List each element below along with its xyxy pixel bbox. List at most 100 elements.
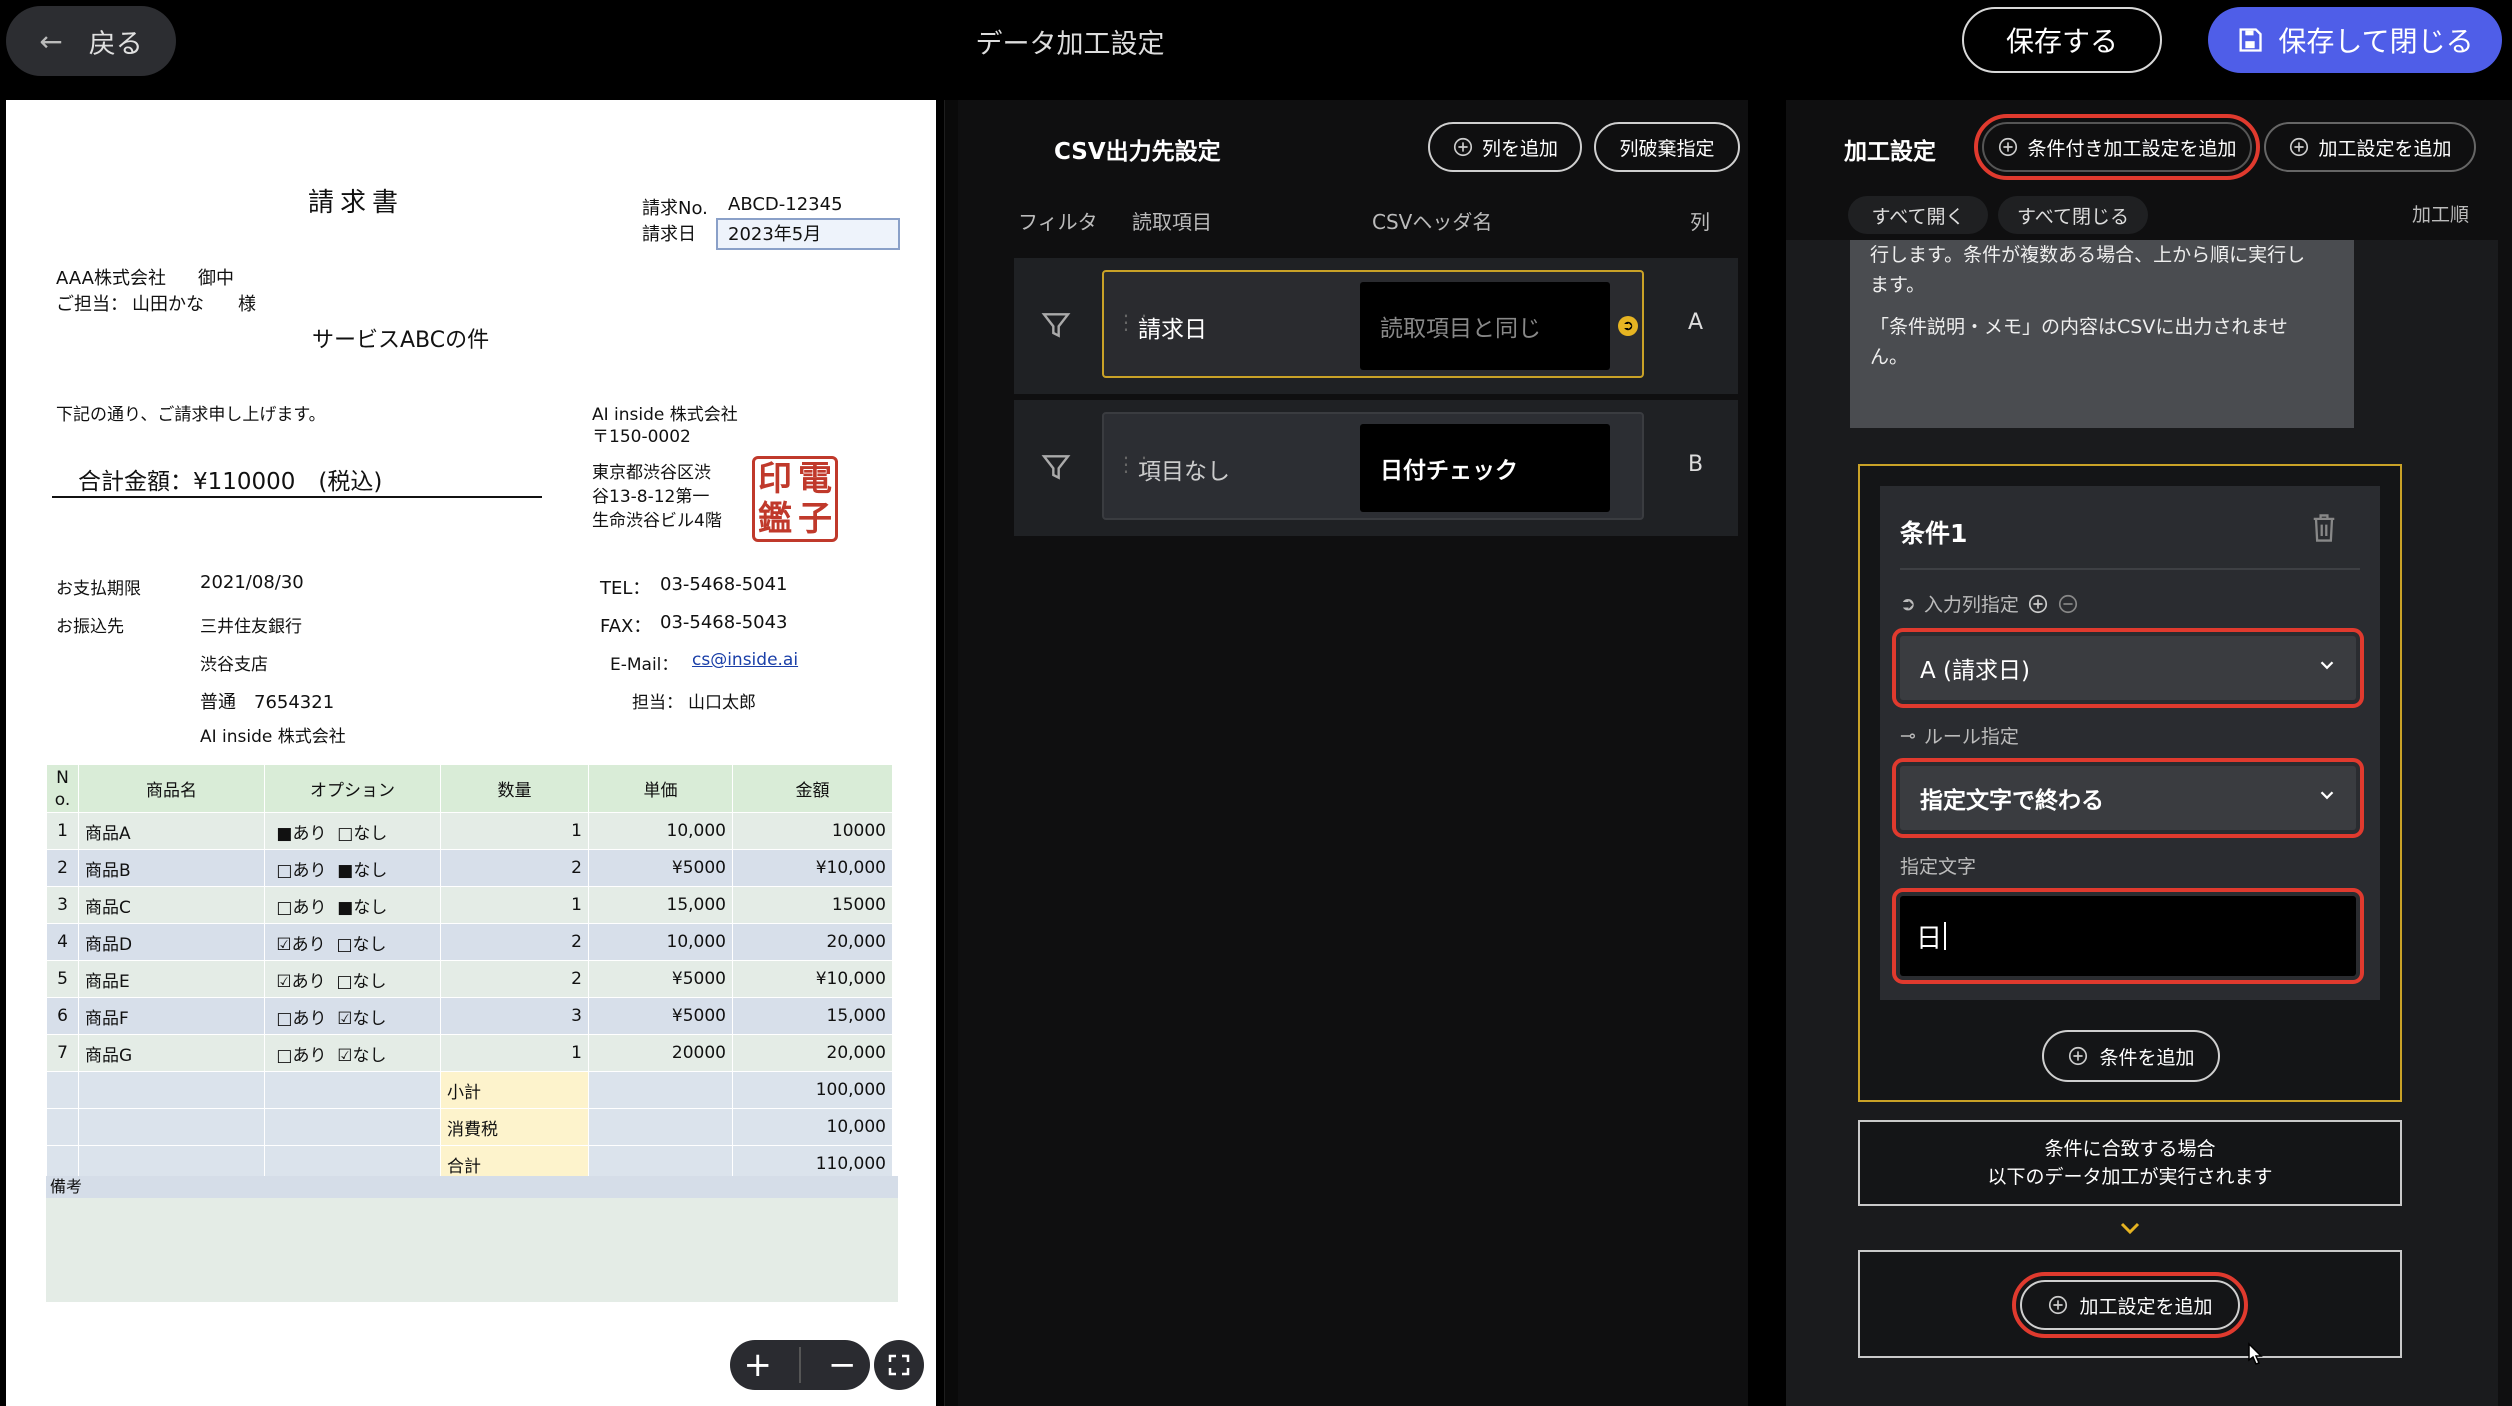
seal-char: 鑑: [758, 499, 792, 539]
option-no: □なし: [337, 823, 388, 844]
info-note: 行します。条件が複数ある場合、上から順に実行し ます。 「条件説明・メモ」の内容…: [1850, 240, 2354, 428]
csv-header-input[interactable]: 読取項目と同じ: [1360, 282, 1610, 370]
account-holder: AI inside 株式会社: [200, 727, 346, 747]
read-item-field[interactable]: ⋮⋮ 請求日 読取項目と同じ ➲: [1102, 270, 1644, 378]
zoom-separator: [799, 1347, 801, 1383]
match-line: 以下のデータ加工が実行されます: [1987, 1166, 2273, 1188]
cell-option: ■あり □なし: [264, 812, 441, 850]
fax-label: FAX：: [600, 616, 652, 637]
zoom-in-button[interactable]: +: [744, 1345, 773, 1385]
email-link[interactable]: cs@inside.ai: [692, 650, 798, 670]
add-conditional-label: 条件付き加工設定を追加: [2027, 137, 2237, 160]
plus-circle-icon: [1453, 137, 1473, 157]
bank-account: 普通 7654321: [200, 692, 335, 713]
add-condition-button[interactable]: 条件を追加: [2042, 1030, 2220, 1082]
processing-scroll-area[interactable]: 行します。条件が複数ある場合、上から順に実行し ます。 「条件説明・メモ」の内容…: [1786, 240, 2498, 1406]
minus-circle-icon[interactable]: [2057, 593, 2079, 615]
tel-label: TEL：: [600, 578, 651, 599]
cell-qty: 3: [440, 997, 589, 1035]
tax-row: 消費税 10,000: [46, 1108, 893, 1146]
zoom-out-button[interactable]: −: [828, 1345, 857, 1385]
panel-divider: [944, 100, 958, 1406]
expand-all-button[interactable]: すべて開く: [1848, 196, 1988, 234]
cell-qty: 2: [440, 923, 589, 961]
collapse-all-button[interactable]: すべて閉じる: [1998, 196, 2148, 234]
invoice-date-label: 請求日: [642, 224, 696, 245]
save-button[interactable]: 保存する: [1962, 7, 2162, 73]
option-yes: □あり: [276, 860, 327, 881]
invoice-intro: 下記の通り、ご請求申し上げます。: [56, 405, 326, 425]
cell-no: 5: [46, 960, 79, 998]
seal-char: 電: [798, 459, 832, 499]
read-item-field[interactable]: ⋮⋮ 項目なし 日付チェック: [1102, 412, 1644, 520]
csv-header-input[interactable]: 日付チェック: [1360, 424, 1610, 512]
input-column-label-row: ➲ 入力列指定: [1900, 590, 2079, 617]
chevron-down-icon: [2320, 661, 2334, 670]
invoice-items-table: N o. 商品名 オプション 数量 単価 金額 1 商品A ■あり □なし 1 …: [46, 764, 893, 1183]
processing-order-label: 加工順: [2412, 204, 2470, 226]
processing-panel: 加工設定 条件付き加工設定を追加 加工設定を追加 すべて開く すべて閉じる 加工…: [1786, 100, 2512, 1406]
cell-name: 商品C: [78, 886, 265, 924]
csv-panel-title: CSV出力先設定: [1054, 139, 1221, 165]
cell-option: □あり ■なし: [264, 849, 441, 887]
option-yes: □あり: [276, 897, 327, 918]
option-no: ■なし: [337, 897, 388, 918]
cell-no: 7: [46, 1034, 79, 1072]
option-yes: □あり: [276, 1045, 327, 1066]
plus-circle-icon[interactable]: [2027, 593, 2049, 615]
cell-no: 2: [46, 849, 79, 887]
contact-name: 山田かな: [132, 294, 204, 315]
col-header-name: 商品名: [78, 764, 265, 813]
input-column-value: A (請求日): [1920, 658, 2030, 684]
seal-char: 子: [798, 499, 832, 539]
add-processing-bottom-button[interactable]: 加工設定を追加: [2012, 1272, 2263, 1365]
add-conditional-processing-button[interactable]: 条件付き加工設定を追加: [1974, 114, 2260, 180]
cell-price: 10,000: [588, 812, 733, 850]
add-processing-bottom-label: 加工設定を追加: [2079, 1295, 2213, 1318]
input-column-label: 入力列指定: [1923, 594, 2019, 616]
trash-icon[interactable]: [2310, 512, 2338, 544]
column-letter: B: [1688, 452, 1704, 477]
col-header-price: 単価: [588, 764, 733, 813]
cell-amount: ¥10,000: [732, 960, 893, 998]
input-arrow-icon: ➲: [1900, 592, 1916, 615]
zoom-controls: + −: [730, 1340, 870, 1390]
fax-value: 03-5468-5043: [660, 612, 788, 633]
cell-amount: 15,000: [732, 997, 893, 1035]
rep-name: 山口太郎: [688, 693, 756, 713]
rule-select[interactable]: 指定文字で終わる: [1892, 758, 2364, 838]
discard-column-button[interactable]: 列破棄指定: [1594, 122, 1740, 172]
contact-honorific: 様: [238, 294, 256, 315]
specified-text-input[interactable]: 日: [1892, 888, 2364, 984]
input-column-select[interactable]: A (請求日): [1892, 628, 2364, 708]
company-address-1: 東京都渋谷区渋: [592, 463, 711, 483]
cell-amount: 20,000: [732, 923, 893, 961]
client-name: AAA株式会社: [56, 268, 166, 289]
cell-price: ¥5000: [588, 960, 733, 998]
filter-icon[interactable]: [1040, 308, 1072, 342]
info-line: 「条件説明・メモ」の内容はCSVに出力されませ: [1870, 316, 2288, 338]
plus-circle-icon: [2069, 1046, 2088, 1066]
document-viewer[interactable]: 請求書 請求No. ABCD-12345 請求日 2023年5月 AAA株式会社…: [6, 100, 936, 1406]
option-yes: ☑あり: [276, 971, 326, 992]
option-no: ■なし: [337, 860, 388, 881]
bank-label: お振込先: [56, 617, 124, 637]
due-label: お支払期限: [56, 579, 141, 599]
cell-option: □あり ☑なし: [264, 1034, 441, 1072]
subtotal-label: 小計: [440, 1071, 589, 1109]
seal-char: 印: [758, 459, 792, 499]
col-header-amount: 金額: [732, 764, 893, 813]
add-column-button[interactable]: 列を追加: [1428, 122, 1582, 172]
csv-row[interactable]: ⋮⋮ 請求日 読取項目と同じ ➲ A: [1014, 258, 1738, 394]
condition-group: 条件1 ➲ 入力列指定 A (請求日) ⊸ ルール指定 指定文字で終わる 指定文…: [1858, 464, 2402, 1102]
cell-amount: ¥10,000: [732, 849, 893, 887]
linked-indicator-icon: ➲: [1618, 316, 1638, 336]
fit-screen-button[interactable]: [874, 1340, 924, 1390]
cell-qty: 1: [440, 812, 589, 850]
csv-row[interactable]: ⋮⋮ 項目なし 日付チェック B: [1014, 400, 1738, 536]
save-and-close-button[interactable]: 保存して閉じる: [2208, 7, 2502, 73]
filter-icon[interactable]: [1040, 450, 1072, 484]
condition-divider: [1900, 568, 2360, 570]
read-item-label: 項目なし: [1138, 459, 1230, 485]
add-processing-button[interactable]: 加工設定を追加: [2264, 122, 2476, 172]
